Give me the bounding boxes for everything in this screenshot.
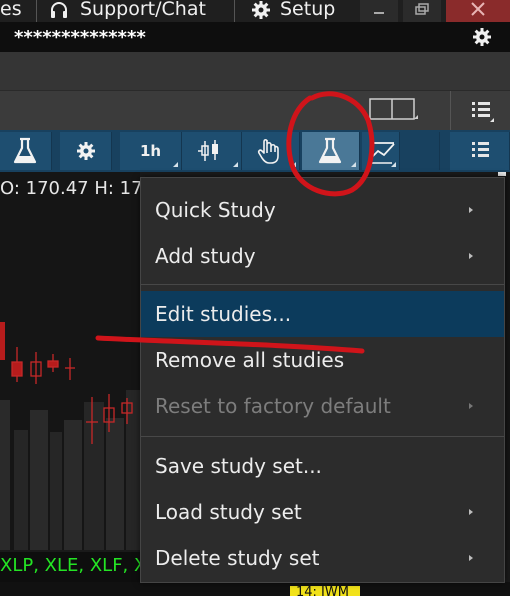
annotation-circle — [286, 91, 375, 197]
red-annotation-overlay — [95, 91, 375, 354]
annotation-underline — [95, 335, 365, 354]
